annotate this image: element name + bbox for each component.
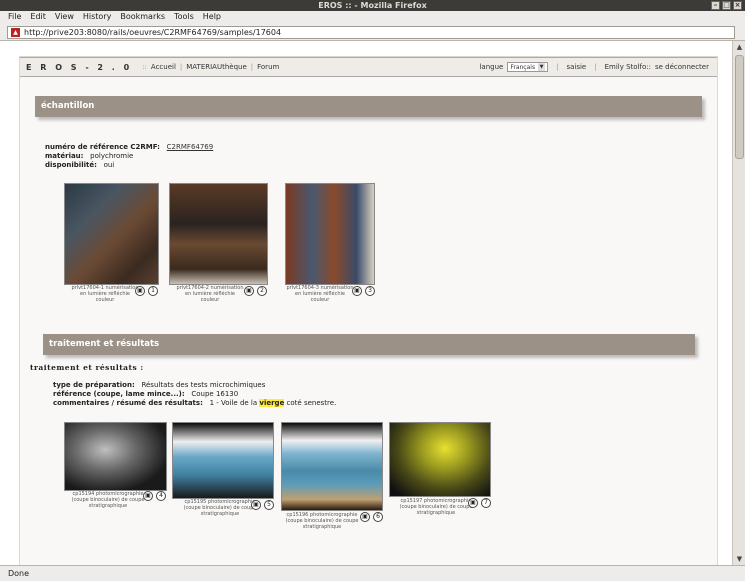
navigation-toolbar: ▲ http://prive203:8080/rails/oeuvres/C2R… (0, 23, 745, 41)
nav-link-materiautheque[interactable]: MATERIAUthèque (186, 63, 247, 71)
status-text: Done (8, 569, 30, 578)
dispo-value: oui (103, 161, 115, 169)
coupe-ref-label: référence (coupe, lame mince...): (53, 390, 185, 398)
saisie-link[interactable]: saisie (566, 63, 586, 71)
menu-file[interactable]: File (8, 11, 21, 23)
info-icon[interactable]: 5 (264, 500, 274, 510)
section-echantillon-title: échantillon (41, 101, 95, 111)
micrograph-3[interactable] (281, 422, 383, 511)
info-icon[interactable]: 6 (373, 512, 383, 522)
camera-icon[interactable]: ▣ (143, 491, 153, 501)
camera-icon[interactable]: ▣ (251, 500, 261, 510)
camera-icon[interactable]: ▣ (244, 286, 254, 296)
micrograph-4-caption: cp15197 photomicrographie (coupe binocul… (399, 498, 473, 516)
section-traitement-header: traitement et résultats (43, 334, 695, 355)
comment-post: coté senestre. (286, 399, 337, 407)
scroll-up-icon[interactable]: ▲ (734, 42, 745, 52)
coupe-ref-value: Coupe 16130 (191, 390, 239, 398)
camera-icon[interactable]: ▣ (468, 498, 478, 508)
info-icon[interactable]: 3 (365, 286, 375, 296)
micrograph-1-caption: cp15194 photomicrographie (coupe binocul… (71, 491, 145, 509)
scroll-thumb[interactable] (735, 55, 744, 159)
site-favicon-icon: ▲ (11, 28, 20, 37)
menu-edit[interactable]: Edit (30, 11, 46, 23)
comment-highlight: vierge (259, 399, 285, 407)
sample-photo-2[interactable] (169, 183, 268, 285)
window-title: EROS :: - Mozilla Firefox (318, 1, 427, 10)
nav-right: langue Français ▼ | saisie | Emily Stolf… (479, 62, 709, 72)
nav-divider: | (556, 63, 559, 71)
langue-label: langue (479, 63, 504, 71)
menu-help[interactable]: Help (203, 11, 221, 23)
camera-icon[interactable]: ▣ (360, 512, 370, 522)
menu-history[interactable]: History (83, 11, 111, 23)
comment-label: commentaires / résumé des résultats: (53, 399, 203, 407)
page-viewport: E R O S - 2 . 0 :: Accueil | MATERIAUthè… (0, 41, 732, 565)
nav-divider: | (594, 63, 597, 71)
materiau-value: polychromie (90, 152, 134, 160)
scroll-down-icon[interactable]: ▼ (734, 554, 745, 564)
menu-bar: File Edit View History Bookmarks Tools H… (0, 11, 745, 23)
section-echantillon-header: échantillon (35, 96, 702, 117)
menu-view[interactable]: View (55, 11, 74, 23)
camera-icon[interactable]: ▣ (135, 286, 145, 296)
window-titlebar: EROS :: - Mozilla Firefox – □ × (0, 0, 745, 11)
micrograph-1[interactable] (64, 422, 167, 491)
nav-divider: | (179, 63, 183, 71)
minimize-icon[interactable]: – (711, 1, 720, 10)
comment-pre: 1 - Voile de la (209, 399, 258, 407)
logout-link[interactable]: se déconnecter (655, 63, 709, 71)
sample-photo-1-caption: prlvt17604-1 numérisation en lumière réf… (71, 285, 139, 303)
prep-label: type de préparation: (53, 381, 135, 389)
prep-value: Résultats des tests microchimiques (141, 381, 266, 389)
camera-icon[interactable]: ▣ (352, 286, 362, 296)
sample-photo-3[interactable] (285, 183, 375, 285)
site-nav: E R O S - 2 . 0 :: Accueil | MATERIAUthè… (20, 57, 717, 77)
materiau-label: matériau: (45, 152, 84, 160)
menu-tools[interactable]: Tools (174, 11, 194, 23)
ref-label: numéro de référence C2RMF: (45, 143, 160, 151)
micrograph-2[interactable] (172, 422, 274, 499)
ref-link[interactable]: C2RMF64769 (167, 143, 214, 151)
dispo-label: disponibilité: (45, 161, 97, 169)
langue-select[interactable]: Français ▼ (507, 62, 549, 72)
micrograph-4[interactable] (389, 422, 491, 497)
menu-bookmarks[interactable]: Bookmarks (120, 11, 165, 23)
page-content: E R O S - 2 . 0 :: Accueil | MATERIAUthè… (19, 56, 718, 565)
info-icon[interactable]: 4 (156, 491, 166, 501)
sample-photo-2-caption: prlvt17604-2 numérisation en lumière réf… (176, 285, 244, 303)
langue-value: Français (510, 63, 536, 71)
url-text[interactable]: http://prive203:8080/rails/oeuvres/C2RMF… (24, 28, 281, 37)
treatment-metadata: type de préparation: Résultats des tests… (53, 381, 336, 408)
close-icon[interactable]: × (733, 1, 742, 10)
info-icon[interactable]: 2 (257, 286, 267, 296)
user-name: Emily Stolfo:: (604, 63, 651, 71)
url-field[interactable]: ▲ http://prive203:8080/rails/oeuvres/C2R… (7, 26, 735, 39)
window-controls: – □ × (711, 1, 742, 10)
info-icon[interactable]: 7 (481, 498, 491, 508)
nav-link-accueil[interactable]: Accueil (151, 63, 176, 71)
info-icon[interactable]: 1 (148, 286, 158, 296)
traitement-subtitle: traitement et résultats : (30, 363, 144, 372)
sample-metadata: numéro de référence C2RMF: C2RMF64769 ma… (45, 143, 213, 170)
site-logo[interactable]: E R O S - 2 . 0 (26, 63, 132, 72)
sample-photo-1[interactable] (64, 183, 159, 285)
nav-divider: | (250, 63, 254, 71)
section-traitement-title: traitement et résultats (49, 339, 160, 349)
vertical-scrollbar[interactable]: ▲ ▼ (732, 41, 745, 565)
maximize-icon[interactable]: □ (722, 1, 731, 10)
micrograph-2-caption: cp15195 photomicrographie (coupe binocul… (183, 499, 257, 517)
nav-link-forum[interactable]: Forum (257, 63, 279, 71)
status-bar: Done (0, 565, 745, 581)
micrograph-3-caption: cp15196 photomicrographie (coupe binocul… (285, 512, 359, 530)
chevron-down-icon: ▼ (538, 63, 546, 71)
sample-photo-3-caption: prlvt17604-3 numérisation en lumière réf… (286, 285, 354, 303)
nav-sep: :: (142, 63, 147, 71)
